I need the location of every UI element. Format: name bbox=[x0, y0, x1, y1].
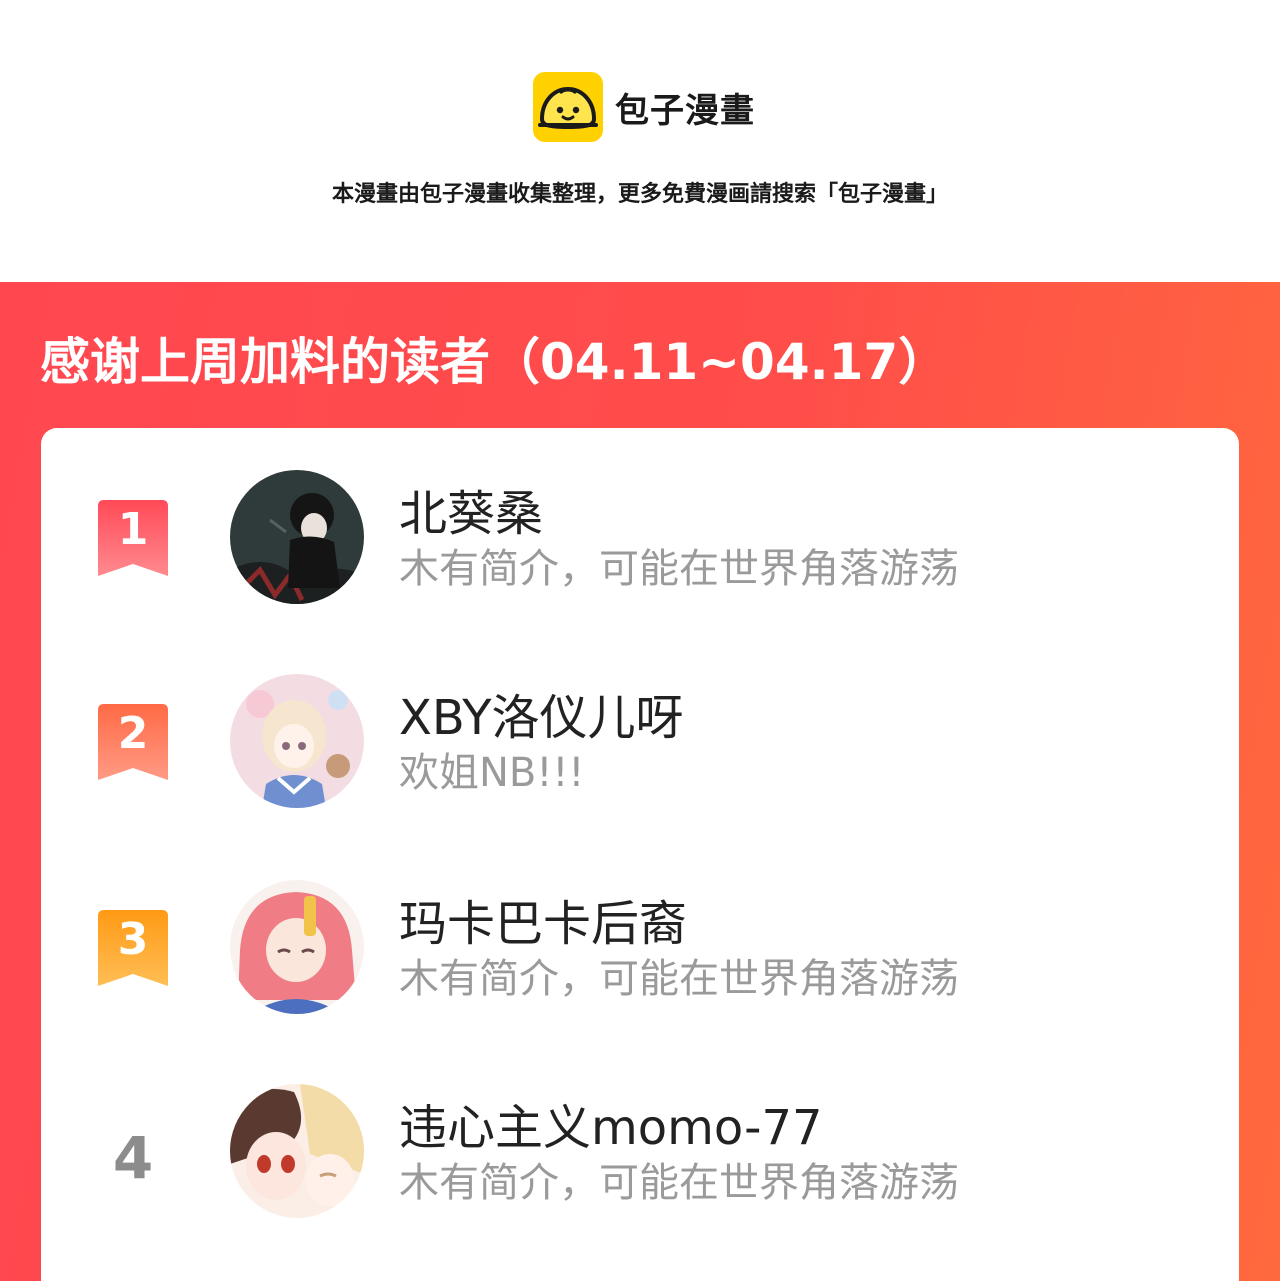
rank-number: 2 bbox=[118, 708, 149, 759]
avatar[interactable] bbox=[230, 470, 364, 604]
brand-name: 包子漫畫 bbox=[615, 90, 755, 131]
reader-list-card: 1 北葵桑 木有简介，可能在世界角落游荡 2 XBY洛仪儿呀 欢姐NB!!! 3… bbox=[41, 428, 1239, 1281]
panel-title: 感谢上周加料的读者（04.11~04.17） bbox=[40, 333, 949, 391]
bookmark-ribbon-icon: 2 bbox=[98, 704, 168, 780]
reader-name: XBY洛仪儿呀 bbox=[399, 690, 684, 746]
rank-number: 4 bbox=[112, 1124, 154, 1192]
rank-number: 1 bbox=[118, 504, 149, 555]
reader-name: 北葵桑 bbox=[399, 486, 544, 542]
reader-name: 违心主义momo-77 bbox=[399, 1100, 823, 1156]
list-item[interactable]: 2 XBY洛仪儿呀 欢姐NB!!! bbox=[41, 674, 1239, 814]
list-item[interactable]: 1 北葵桑 木有简介，可能在世界角落游荡 bbox=[41, 470, 1239, 610]
list-item[interactable]: 3 玛卡巴卡后裔 木有简介，可能在世界角落游荡 bbox=[41, 880, 1239, 1020]
rank-number: 3 bbox=[118, 914, 149, 965]
page: 包子漫畫 本漫畫由包子漫畫收集整理，更多免費漫画請搜索「包子漫畫」 感谢上周加料… bbox=[0, 0, 1280, 1281]
avatar[interactable] bbox=[230, 880, 364, 1014]
avatar[interactable] bbox=[230, 1084, 364, 1218]
brand-header: 包子漫畫 bbox=[533, 72, 755, 142]
list-item[interactable]: 4 违心主义momo-77 木有简介，可能在世界角落游荡 bbox=[41, 1084, 1239, 1224]
collection-notice: 本漫畫由包子漫畫收集整理，更多免費漫画請搜索「包子漫畫」 bbox=[331, 182, 948, 207]
reader-bio: 欢姐NB!!! bbox=[399, 750, 585, 796]
bun-face-icon bbox=[533, 72, 603, 142]
reader-name: 玛卡巴卡后裔 bbox=[399, 896, 688, 952]
bookmark-ribbon-icon: 3 bbox=[98, 910, 168, 986]
reader-bio: 木有简介，可能在世界角落游荡 bbox=[399, 956, 959, 1002]
reader-bio: 木有简介，可能在世界角落游荡 bbox=[399, 546, 959, 592]
avatar[interactable] bbox=[230, 674, 364, 808]
bookmark-ribbon-icon: 1 bbox=[98, 500, 168, 576]
reader-bio: 木有简介，可能在世界角落游荡 bbox=[399, 1160, 959, 1206]
